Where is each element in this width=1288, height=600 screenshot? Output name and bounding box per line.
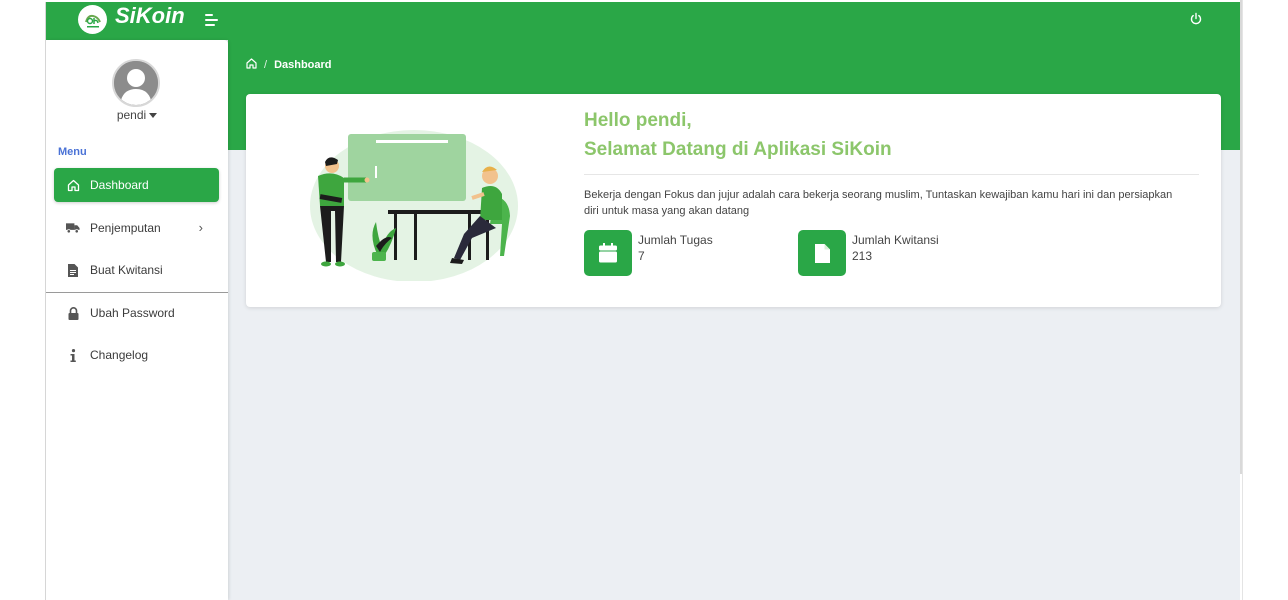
logo[interactable] [78, 5, 107, 34]
sidebar-item-dashboard[interactable]: Dashboard [54, 168, 219, 202]
stat-value: 213 [852, 249, 873, 263]
app-brand[interactable]: SiKoin [115, 3, 185, 29]
stat-value: 7 [638, 249, 645, 263]
username: pendi [116, 108, 147, 122]
home-icon [66, 178, 80, 192]
sidebar: pendi Menu Dashboard Penjemputan › Buat … [46, 40, 228, 600]
document-icon [66, 263, 80, 277]
stat-jumlah-tugas: Jumlah Tugas 7 [584, 230, 713, 276]
stat-jumlah-kwitansi: Jumlah Kwitansi 213 [798, 230, 939, 276]
sidebar-item-buat-kwitansi[interactable]: Buat Kwitansi [54, 253, 219, 287]
welcome-card: Hello pendi, Selamat Datang di Aplikasi … [246, 94, 1221, 307]
greeting: Hello pendi, [584, 110, 692, 131]
logo-icon [84, 14, 101, 27]
calendar-icon [584, 230, 632, 276]
hamburger-icon[interactable] [205, 14, 219, 26]
user-icon [114, 61, 158, 105]
sidebar-item-label: Penjemputan [90, 221, 161, 235]
home-icon[interactable] [246, 58, 257, 72]
welcome-title: Selamat Datang di Aplikasi SiKoin [584, 139, 892, 160]
top-navbar: SiKoin [46, 2, 1240, 40]
sidebar-divider [46, 292, 228, 293]
sidebar-item-ubah-password[interactable]: Ubah Password [54, 296, 219, 330]
sidebar-item-label: Dashboard [90, 178, 149, 192]
stat-label: Jumlah Tugas [638, 233, 713, 247]
truck-icon [66, 221, 80, 235]
avatar[interactable] [112, 59, 160, 107]
menu-heading: Menu [58, 146, 87, 158]
sidebar-item-label: Changelog [90, 348, 149, 362]
caret-down-icon [149, 113, 158, 119]
document-icon [798, 230, 846, 276]
stat-label: Jumlah Kwitansi [852, 233, 939, 247]
user-menu[interactable]: pendi [46, 108, 228, 122]
chevron-right-icon: › [198, 220, 203, 235]
meeting-illustration [304, 116, 519, 282]
breadcrumb-separator: / [264, 59, 268, 71]
window-edge [1242, 0, 1243, 600]
sidebar-item-label: Ubah Password [90, 306, 175, 320]
breadcrumb: / Dashboard [246, 58, 332, 72]
sidebar-item-penjemputan[interactable]: Penjemputan › [54, 211, 219, 245]
card-divider [584, 174, 1199, 175]
info-icon [66, 348, 80, 362]
breadcrumb-current: Dashboard [274, 59, 332, 71]
lock-icon [66, 306, 80, 320]
sidebar-item-label: Buat Kwitansi [90, 263, 163, 277]
sidebar-item-changelog[interactable]: Changelog [54, 338, 219, 372]
power-icon[interactable] [1189, 12, 1203, 26]
welcome-description: Bekerja dengan Fokus dan jujur adalah ca… [584, 189, 1173, 217]
app-window: SiKoin pendi Menu Dashboard Penjemputan … [45, 2, 1240, 600]
